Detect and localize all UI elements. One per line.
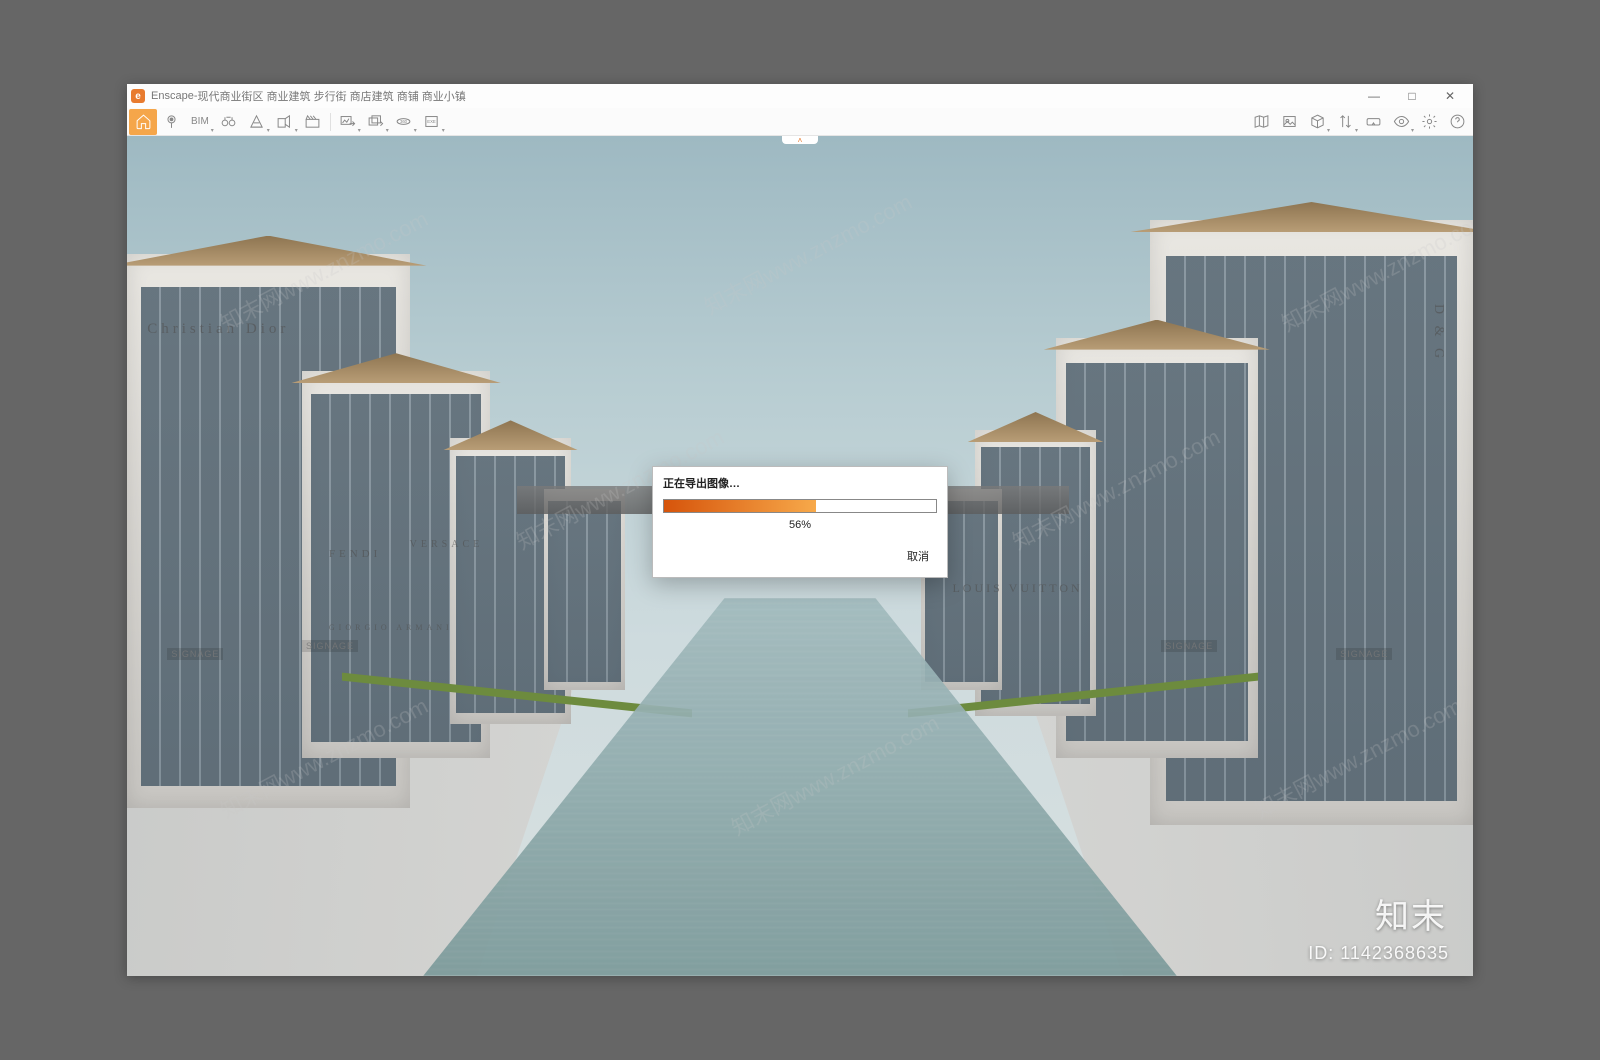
brand-label: FENDI: [329, 548, 381, 560]
favorites-button[interactable]: [157, 109, 185, 135]
dropdown-caret-icon: ▾: [386, 127, 389, 134]
dropdown-caret-icon: ▾: [267, 127, 270, 134]
toolbar-right-group: ▾ ▾ ▾: [1247, 109, 1471, 135]
render-viewport[interactable]: Christian Dior FENDI VERSACE GIORGIO ARM…: [127, 136, 1473, 976]
toolbar-left-group: BIM▾▾▾▾▾360▾EXE▾: [129, 109, 446, 135]
dropdown-caret-icon: ▾: [358, 127, 361, 134]
perspective-view-icon: [248, 113, 265, 130]
app-name: Enscape: [151, 90, 194, 102]
brand-label: VERSACE: [410, 539, 484, 550]
map-icon: [1253, 113, 1270, 130]
dropdown-caret-icon: ▾: [1411, 127, 1414, 134]
home-icon: [135, 113, 152, 130]
box-views-button[interactable]: ▾: [1303, 109, 1331, 135]
panorama-360-icon: 360: [395, 113, 412, 130]
brand-label: Christian Dior: [147, 321, 289, 338]
dropdown-caret-icon: ▾: [295, 127, 298, 134]
visual-settings-icon: [1393, 113, 1410, 130]
compare-button[interactable]: ▾: [1331, 109, 1359, 135]
svg-text:360: 360: [400, 119, 408, 124]
settings-icon: [1421, 113, 1438, 130]
help-icon: [1449, 113, 1466, 130]
cancel-button[interactable]: 取消: [901, 545, 935, 567]
watermark-brand: 知末: [1375, 889, 1447, 938]
progress-percent-label: 56%: [653, 515, 947, 539]
vr-headset-icon: [1365, 113, 1382, 130]
map-button[interactable]: [1247, 109, 1275, 135]
export-image-button[interactable]: ▾: [334, 109, 362, 135]
box-views-icon: [1309, 113, 1326, 130]
dropdown-caret-icon: ▾: [414, 127, 417, 134]
watermark-id: ID: 1142368635: [1308, 943, 1449, 964]
asset-library-icon: [1281, 113, 1298, 130]
home-button[interactable]: [129, 109, 157, 135]
settings-button[interactable]: [1415, 109, 1443, 135]
video-button[interactable]: [299, 109, 327, 135]
brand-label: D & G: [1430, 304, 1446, 362]
batch-export-icon: [367, 113, 384, 130]
visual-settings-button[interactable]: ▾: [1387, 109, 1415, 135]
signage-label: SIGNAGE: [302, 640, 358, 652]
batch-export-button[interactable]: ▾: [362, 109, 390, 135]
signage-label: SIGNAGE: [167, 648, 223, 660]
app-logo-icon: e: [131, 89, 145, 103]
binoculars-button[interactable]: [215, 109, 243, 135]
export-exe-button[interactable]: EXE ▾: [418, 109, 446, 135]
video-icon: [304, 113, 321, 130]
favorites-icon: [163, 113, 180, 130]
dropdown-caret-icon: ▾: [442, 127, 445, 134]
dropdown-caret-icon: ▾: [211, 127, 214, 134]
maximize-button[interactable]: □: [1393, 84, 1431, 108]
minimize-button[interactable]: —: [1355, 84, 1393, 108]
svg-text:EXE: EXE: [428, 119, 437, 124]
collapse-toolbar-tab[interactable]: ˄: [782, 136, 818, 144]
toolbar-separator: [330, 113, 331, 131]
compare-icon: [1337, 113, 1354, 130]
bim-info-button[interactable]: BIM▾: [185, 109, 215, 135]
brand-label: LOUIS VUITTON: [952, 581, 1082, 596]
progress-bar-fill: [664, 500, 816, 512]
building-left-4: [544, 489, 625, 691]
binoculars-icon: [220, 113, 237, 130]
dialog-title: 正在导出图像…: [653, 467, 947, 497]
document-title: 现代商业街区 商业建筑 步行街 商店建筑 商铺 商业小镇: [197, 88, 465, 104]
export-image-icon: [339, 113, 356, 130]
asset-library-button[interactable]: [1275, 109, 1303, 135]
brand-label: GIORGIO ARMANI: [329, 623, 453, 632]
screenshot-frame: e Enscape - 现代商业街区 商业建筑 步行街 商店建筑 商铺 商业小镇…: [0, 0, 1600, 1060]
close-button[interactable]: ✕: [1431, 84, 1469, 108]
help-button[interactable]: [1443, 109, 1471, 135]
window-controls: — □ ✕: [1355, 84, 1469, 108]
export-progress-dialog: 正在导出图像… 56% 取消: [652, 466, 948, 578]
two-point-button[interactable]: ▾: [271, 109, 299, 135]
signage-label: SIGNAGE: [1336, 648, 1392, 660]
dialog-actions: 取消: [653, 539, 947, 577]
main-toolbar: BIM▾▾▾▾▾360▾EXE▾ ▾▾▾: [127, 108, 1473, 136]
vr-headset-button[interactable]: [1359, 109, 1387, 135]
dropdown-caret-icon: ▾: [1327, 127, 1330, 134]
panorama-360-button[interactable]: 360 ▾: [390, 109, 418, 135]
titlebar[interactable]: e Enscape - 现代商业街区 商业建筑 步行街 商店建筑 商铺 商业小镇…: [127, 84, 1473, 108]
dropdown-caret-icon: ▾: [1355, 127, 1358, 134]
export-exe-icon: EXE: [423, 113, 440, 130]
two-point-icon: [276, 113, 293, 130]
signage-label: SIGNAGE: [1161, 640, 1217, 652]
perspective-view-button[interactable]: ▾: [243, 109, 271, 135]
app-window: e Enscape - 现代商业街区 商业建筑 步行街 商店建筑 商铺 商业小镇…: [127, 84, 1473, 976]
progress-bar-track: [663, 499, 937, 513]
